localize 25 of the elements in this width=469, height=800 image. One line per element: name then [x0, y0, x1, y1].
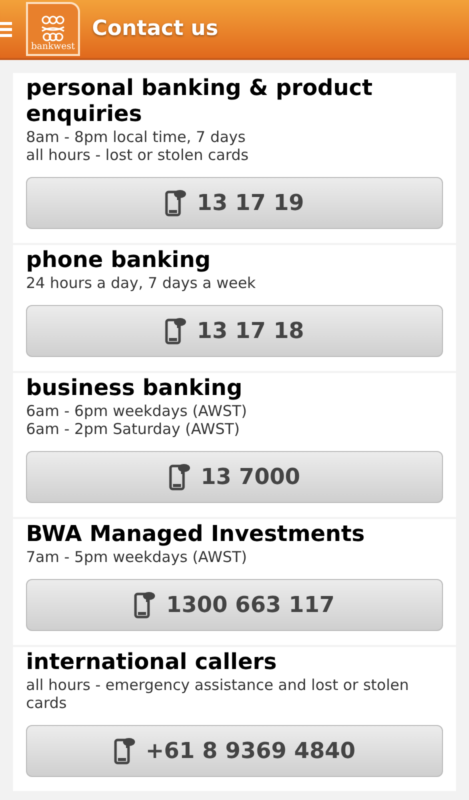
phone-icon: [134, 591, 156, 619]
call-button[interactable]: 13 7000: [26, 451, 443, 503]
phone-icon: [168, 463, 191, 491]
contact-hours: 24 hours a day, 7 days a week: [26, 274, 257, 292]
contact-title: BWA Managed Investments: [26, 522, 366, 548]
contact-title: personal banking & product enquiries: [26, 76, 374, 128]
bankwest-logo: bankwest: [26, 2, 80, 56]
call-button[interactable]: +61 8 9369 4840: [26, 725, 443, 777]
phone-icon: [164, 317, 187, 345]
contact-title: international callers: [26, 650, 278, 676]
contact-hours: 8am - 8pm local time, 7 days: [26, 128, 247, 146]
phone-icon: [114, 737, 136, 765]
page-title: Contact us: [92, 15, 218, 42]
contact-hours: all hours - lost or stolen cards: [26, 146, 250, 164]
menu-icon[interactable]: [0, 19, 12, 39]
contact-title: phone banking: [26, 248, 212, 274]
call-button[interactable]: 13 17 18: [26, 305, 443, 357]
contact-hours: all hours - emergency assistance and lost or stolen cards: [26, 676, 410, 712]
phone-icon: [164, 189, 187, 217]
contact-title: business banking: [26, 376, 244, 402]
call-button[interactable]: 1300 663 117: [26, 579, 443, 631]
contact-hours: 6am - 6pm weekdays (AWST): [26, 402, 248, 420]
contact-hours: 6am - 2pm Saturday (AWST): [26, 420, 241, 438]
call-button[interactable]: 13 17 19: [26, 177, 443, 229]
contact-hours: 7am - 5pm weekdays (AWST): [26, 548, 248, 566]
